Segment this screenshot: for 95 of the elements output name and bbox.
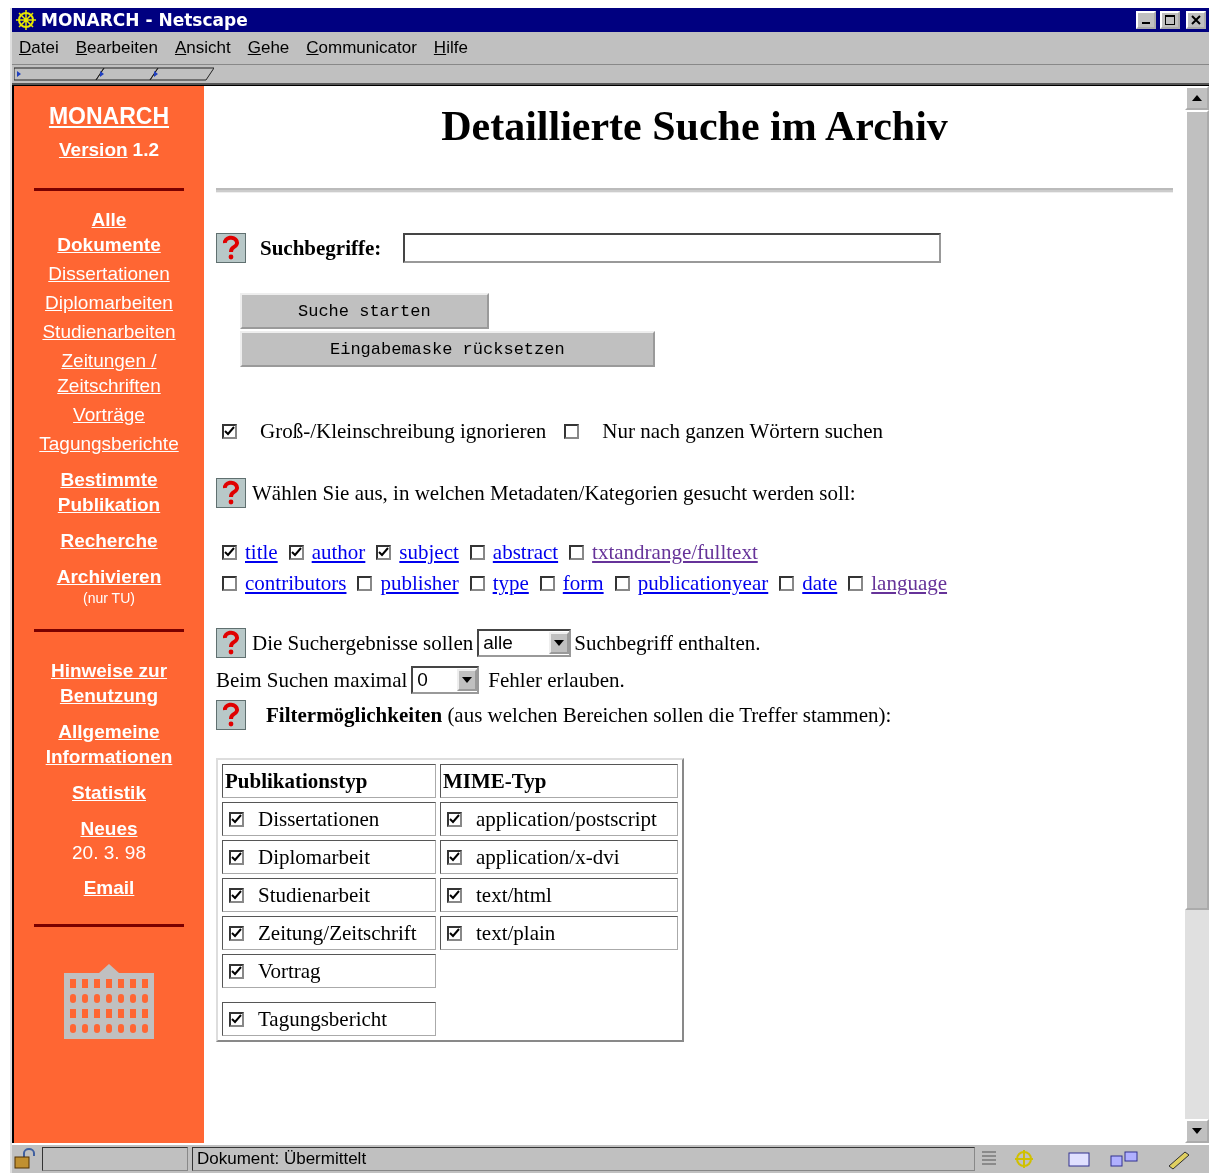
checkbox[interactable] [539,576,555,591]
menu-item[interactable]: Ansicht [174,38,231,58]
search-field[interactable] [403,233,942,263]
results-text: Suchbegriff enthalten. [574,630,761,656]
status-text: Dokument: Übermittelt [197,1149,367,1169]
help-icon[interactable] [216,628,246,658]
minimize-button[interactable] [1136,11,1156,29]
table-cell: Vortrag [222,954,436,988]
checkbox[interactable] [376,545,392,560]
table-cell: Zeitung/Zeitschrift [222,916,436,950]
checkbox[interactable] [447,925,462,941]
errors-text: Beim Suchen maximal [216,667,408,693]
metadata-link[interactable]: type [492,571,529,596]
dropdown-arrow-icon [554,640,565,646]
column-header: MIME-Typ [440,764,678,798]
help-icon[interactable] [216,478,246,508]
metadata-link[interactable]: subject [399,540,459,565]
table-cell: text/plain [440,916,678,950]
column-header: Publikationstyp [222,764,436,798]
table-cell: application/x-dvi [440,840,678,874]
table-cell: Tagungsbericht [222,1002,436,1036]
table-cell: Diplomarbeit [222,840,436,874]
sidebar-note: (nur TU) [83,589,135,607]
option-label: Nur nach ganzen Wörtern suchen [602,419,883,444]
checkbox[interactable] [222,424,237,439]
help-icon[interactable] [216,233,246,263]
checkbox[interactable] [469,576,485,591]
checkbox[interactable] [569,545,585,560]
checkbox[interactable] [779,576,795,591]
checkbox[interactable] [447,887,462,903]
menu-item[interactable]: Gehe [247,38,290,58]
scroll-up-button[interactable] [1185,86,1209,110]
checkbox[interactable] [229,887,244,903]
dropdown-arrow-icon [462,677,473,683]
help-icon[interactable] [216,700,246,730]
metadata-prompt: Wählen Sie aus, in welchen Metadaten/Kategorien gesucht werden soll: [252,480,856,506]
checkbox[interactable] [222,576,237,591]
checkbox[interactable] [848,576,864,591]
results-text: Die Suchergebnisse sollen [252,630,474,656]
metadata-link[interactable]: publisher [380,571,459,596]
metadata-link[interactable]: date [802,571,838,596]
metadata-link[interactable]: publicationyear [637,571,769,596]
form-button[interactable]: Eingabemaske rücksetzen [240,331,655,367]
metadata-link[interactable]: txtandrange/fulltext [592,540,758,565]
metadata-link[interactable]: contributors [245,571,347,596]
checkbox[interactable] [229,811,244,827]
sidebar-note: 20. 3. 98 [72,841,146,864]
lock-icon[interactable] [12,1148,38,1170]
checkbox[interactable] [229,925,244,941]
table-cell: text/html [440,878,678,912]
metadata-link[interactable]: form [562,571,604,596]
page-heading: Detaillierte Suche im Archiv [440,102,949,150]
checkbox[interactable] [229,849,244,865]
option-label: Groß-/Kleinschreibung ignorieren [260,419,547,444]
error-count-select[interactable]: 0 [411,666,480,694]
version-number: 1.2 [132,138,160,161]
checkbox[interactable] [564,424,580,439]
menu-item[interactable]: Communicator [306,38,417,58]
search-label: Suchbegriffe: [260,235,382,261]
metadata-link[interactable]: title [245,540,278,565]
toolbar-tabs-icon[interactable] [14,67,214,81]
metadata-link[interactable]: abstract [492,540,559,565]
menu-item[interactable]: Hilfe [433,38,468,58]
checkbox[interactable] [229,1011,244,1027]
form-button[interactable]: Suche starten [240,293,489,329]
scrollbar[interactable] [1185,86,1209,1143]
minimize-icon [1142,22,1150,24]
checkbox[interactable] [222,545,237,560]
match-select[interactable]: alle [477,629,572,657]
checkbox[interactable] [447,811,462,827]
scroll-down-button[interactable] [1185,1119,1209,1143]
checkbox[interactable] [288,545,304,560]
filter-text: Filtermöglichkeiten (aus welchen Bereichen sollen die Treffer stammen): [266,702,892,728]
scroll-thumb[interactable] [1185,110,1209,910]
table-cell: Dissertationen [222,802,436,836]
checkbox[interactable] [447,849,462,865]
menu-item[interactable]: Bearbeiten [75,38,158,58]
menu-item[interactable]: Datei [19,38,59,58]
checkbox[interactable] [229,963,244,979]
maximize-button[interactable] [1160,11,1180,29]
checkbox[interactable] [469,545,485,560]
up-arrow-icon [1192,95,1202,101]
close-icon [1191,15,1201,25]
close-button[interactable] [1186,11,1206,29]
checkbox[interactable] [357,576,373,591]
maximize-icon [1165,15,1175,25]
metadata-link[interactable]: language [871,571,948,596]
table-cell: application/postscript [440,802,678,836]
window-title: MONARCH - Netscape [41,10,249,30]
down-arrow-icon [1192,1128,1202,1134]
table-cell: Studienarbeit [222,878,436,912]
errors-text: Fehler erlauben. [488,667,625,693]
metadata-link[interactable]: author [311,540,366,565]
app-icon [15,10,37,30]
checkbox[interactable] [614,576,630,591]
